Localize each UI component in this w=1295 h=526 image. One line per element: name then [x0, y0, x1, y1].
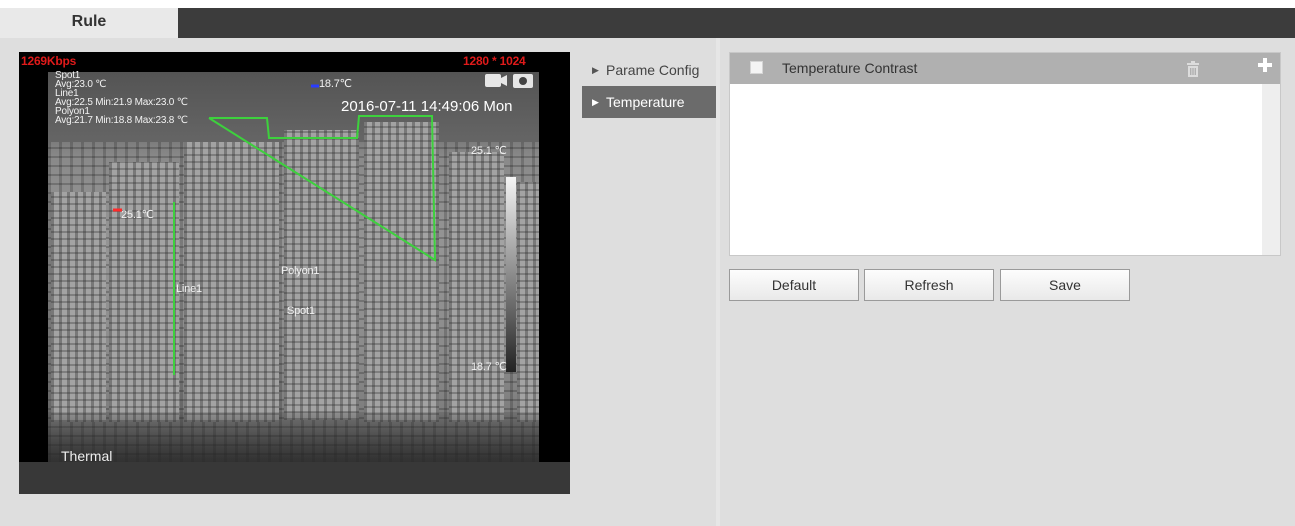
plus-icon[interactable]: [1257, 57, 1273, 73]
temperature-scale-bar: [506, 177, 516, 372]
snapshot-icon: [519, 77, 527, 85]
line-rule-label: Line1: [176, 283, 202, 295]
menu-item-label: Temperature: [606, 94, 685, 110]
table-scrollbar[interactable]: [1262, 84, 1280, 255]
overlay-line: Avg:21.7 Min:18.8 Max:23.8 ℃: [55, 115, 188, 126]
tab-rule[interactable]: Rule: [0, 8, 178, 38]
table-header: Temperature Contrast: [730, 53, 1280, 84]
scale-min-label: 18.7 ℃: [471, 361, 507, 373]
osd-timestamp: 2016-07-11 14:49:06 Mon: [341, 98, 513, 115]
polygon-rule-shape: [208, 115, 437, 262]
resolution-label: 1280 * 1024: [463, 54, 526, 68]
panel-divider: [716, 38, 720, 526]
select-all-checkbox[interactable]: [750, 61, 763, 74]
scale-max-label: 25.1 ℃: [471, 145, 507, 157]
sub-menu: ▶ Parame Config ▶ Temperature: [582, 54, 716, 118]
temperature-contrast-table: Temperature Contrast: [729, 52, 1281, 256]
video-toolbar: [19, 462, 570, 494]
default-button[interactable]: Default: [729, 269, 859, 301]
record-icon: [501, 75, 507, 86]
marker-red-value: 25.1℃: [121, 209, 154, 221]
table-header-label: Temperature Contrast: [782, 60, 918, 76]
record-icon: [485, 74, 501, 87]
spot-rule-label: Spot1: [287, 305, 315, 317]
marker-blue-value: 18.7℃: [319, 78, 352, 90]
menu-item-parame-config[interactable]: ▶ Parame Config: [582, 54, 716, 86]
thermal-video-preview[interactable]: 1269Kbps 1280 * 1024 Spot1 Avg:23.0 ℃ Li…: [19, 52, 570, 494]
polygon-rule-label: Polyon1: [281, 265, 320, 277]
page-content: 1269Kbps 1280 * 1024 Spot1 Avg:23.0 ℃ Li…: [0, 38, 1295, 526]
trash-icon[interactable]: [1186, 61, 1200, 77]
record-and-snapshot-icons: [485, 74, 533, 88]
menu-item-temperature[interactable]: ▶ Temperature: [582, 86, 716, 118]
save-button[interactable]: Save: [1000, 269, 1130, 301]
caret-right-icon: ▶: [592, 65, 599, 75]
menu-item-label: Parame Config: [606, 62, 700, 78]
caret-right-icon: ▶: [592, 97, 599, 107]
bitrate-label: 1269Kbps: [21, 54, 77, 68]
refresh-button[interactable]: Refresh: [864, 269, 994, 301]
temperature-overlay-stats: Spot1 Avg:23.0 ℃ Line1 Avg:22.5 Min:21.9…: [55, 71, 188, 126]
top-tab-bar: Rule: [0, 8, 1295, 38]
